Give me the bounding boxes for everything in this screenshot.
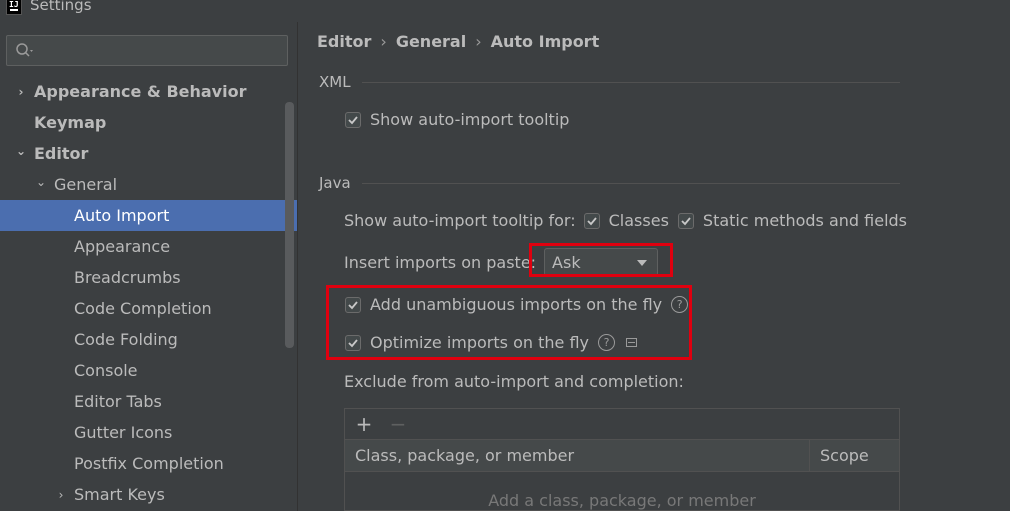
- sidebar-item-appearance[interactable]: Appearance: [0, 231, 297, 262]
- exclude-label-row: Exclude from auto-import and completion:: [344, 372, 684, 391]
- sidebar-item-postfix-completion[interactable]: Postfix Completion: [0, 448, 297, 479]
- intellij-app-icon: IJ: [6, 0, 22, 15]
- option-label: Show auto-import tooltip: [370, 110, 570, 129]
- sidebar-item-label: Smart Keys: [74, 485, 165, 504]
- sidebar-item-label: General: [54, 175, 118, 194]
- sidebar-item-label: Appearance & Behavior: [34, 82, 247, 101]
- breadcrumb-item: General: [395, 32, 467, 51]
- check-icon: [348, 115, 358, 124]
- settings-search-box[interactable]: [6, 35, 288, 66]
- sidebar-item-label: Keymap: [34, 113, 107, 132]
- highlight-box-on-the-fly: [326, 285, 692, 360]
- classes-checkbox[interactable]: [583, 212, 600, 229]
- sidebar-item-auto-import[interactable]: Auto Import: [0, 200, 297, 231]
- sidebar-item-editor[interactable]: ⌄ Editor: [0, 138, 297, 169]
- exclude-table: + − Class, package, or member Scope Add …: [344, 408, 900, 511]
- section-title-xml: XML: [319, 73, 351, 91]
- sidebar-item-general[interactable]: ⌄ General: [0, 169, 297, 200]
- xml-show-tooltip-option[interactable]: Show auto-import tooltip: [345, 110, 569, 129]
- sidebar-item-label: Editor Tabs: [74, 392, 162, 411]
- sidebar-item-code-completion[interactable]: Code Completion: [0, 293, 297, 324]
- window-title: Settings: [30, 0, 92, 14]
- sidebar-item-label: Appearance: [74, 237, 171, 256]
- table-toolbar: + −: [345, 409, 899, 440]
- settings-content: Editor › General › Auto Import XML Show …: [297, 22, 1010, 511]
- chevron-right-icon[interactable]: ›: [14, 85, 28, 99]
- sidebar-item-label: Code Folding: [74, 330, 178, 349]
- xml-show-tooltip-checkbox[interactable]: [345, 111, 361, 128]
- sidebar-item-code-folding[interactable]: Code Folding: [0, 324, 297, 355]
- settings-search-input[interactable]: [41, 40, 281, 62]
- sidebar-item-smart-keys[interactable]: › Smart Keys: [0, 479, 297, 510]
- breadcrumb-item: Auto Import: [490, 32, 600, 51]
- sidebar-scrollbar[interactable]: [285, 102, 294, 348]
- sidebar-item-label: Breadcrumbs: [74, 268, 181, 287]
- sidebar-item-gutter-icons[interactable]: Gutter Icons: [0, 417, 297, 448]
- remove-icon: −: [389, 412, 407, 436]
- check-icon: [586, 216, 597, 225]
- section-divider: [362, 82, 900, 83]
- tooltip-for-label: Show auto-import tooltip for:: [344, 211, 576, 230]
- section-divider: [362, 183, 900, 184]
- chevron-right-icon[interactable]: ›: [54, 488, 68, 502]
- chevron-down-icon[interactable]: ⌄: [34, 175, 48, 189]
- sidebar-item-label: Editor: [34, 144, 89, 163]
- exclude-label: Exclude from auto-import and completion:: [344, 372, 684, 391]
- classes-label: Classes: [608, 211, 669, 230]
- sidebar-item-appearance-behavior[interactable]: › Appearance & Behavior: [0, 76, 297, 107]
- breadcrumb-separator: ›: [475, 32, 482, 51]
- breadcrumb-item: Editor: [317, 32, 372, 51]
- table-empty-text[interactable]: Add a class, package, or member: [345, 491, 899, 510]
- sidebar-item-keymap[interactable]: Keymap: [0, 107, 297, 138]
- java-tooltip-for-row: Show auto-import tooltip for: Classes St…: [344, 211, 907, 230]
- sidebar-item-label: Code Completion: [74, 299, 212, 318]
- check-icon: [681, 216, 691, 225]
- sidebar-item-label: Auto Import: [74, 206, 170, 225]
- table-header: Class, package, or member Scope: [345, 440, 899, 472]
- sidebar-item-editor-tabs[interactable]: Editor Tabs: [0, 386, 297, 417]
- sidebar-item-label: Gutter Icons: [74, 423, 173, 442]
- search-icon[interactable]: [15, 42, 35, 60]
- breadcrumb-separator: ›: [380, 32, 387, 51]
- section-title-java: Java: [319, 174, 351, 192]
- sidebar-item-console[interactable]: Console: [0, 355, 297, 386]
- settings-sidebar: › Appearance & Behavior Keymap ⌄ Editor …: [0, 22, 297, 511]
- column-header-scope[interactable]: Scope: [810, 440, 899, 471]
- sidebar-item-label: Console: [74, 361, 138, 380]
- insert-on-paste-label: Insert imports on paste:: [344, 252, 537, 272]
- title-bar: IJ Settings: [0, 0, 1010, 22]
- static-methods-label: Static methods and fields: [702, 211, 907, 230]
- static-methods-checkbox[interactable]: [677, 212, 694, 229]
- sidebar-item-label: Postfix Completion: [74, 454, 224, 473]
- chevron-down-icon[interactable]: ⌄: [14, 144, 28, 158]
- breadcrumb: Editor › General › Auto Import: [317, 32, 599, 51]
- add-icon[interactable]: +: [355, 413, 373, 435]
- column-header-class[interactable]: Class, package, or member: [345, 440, 810, 471]
- highlight-box-paste: [529, 243, 673, 277]
- sidebar-item-breadcrumbs[interactable]: Breadcrumbs: [0, 262, 297, 293]
